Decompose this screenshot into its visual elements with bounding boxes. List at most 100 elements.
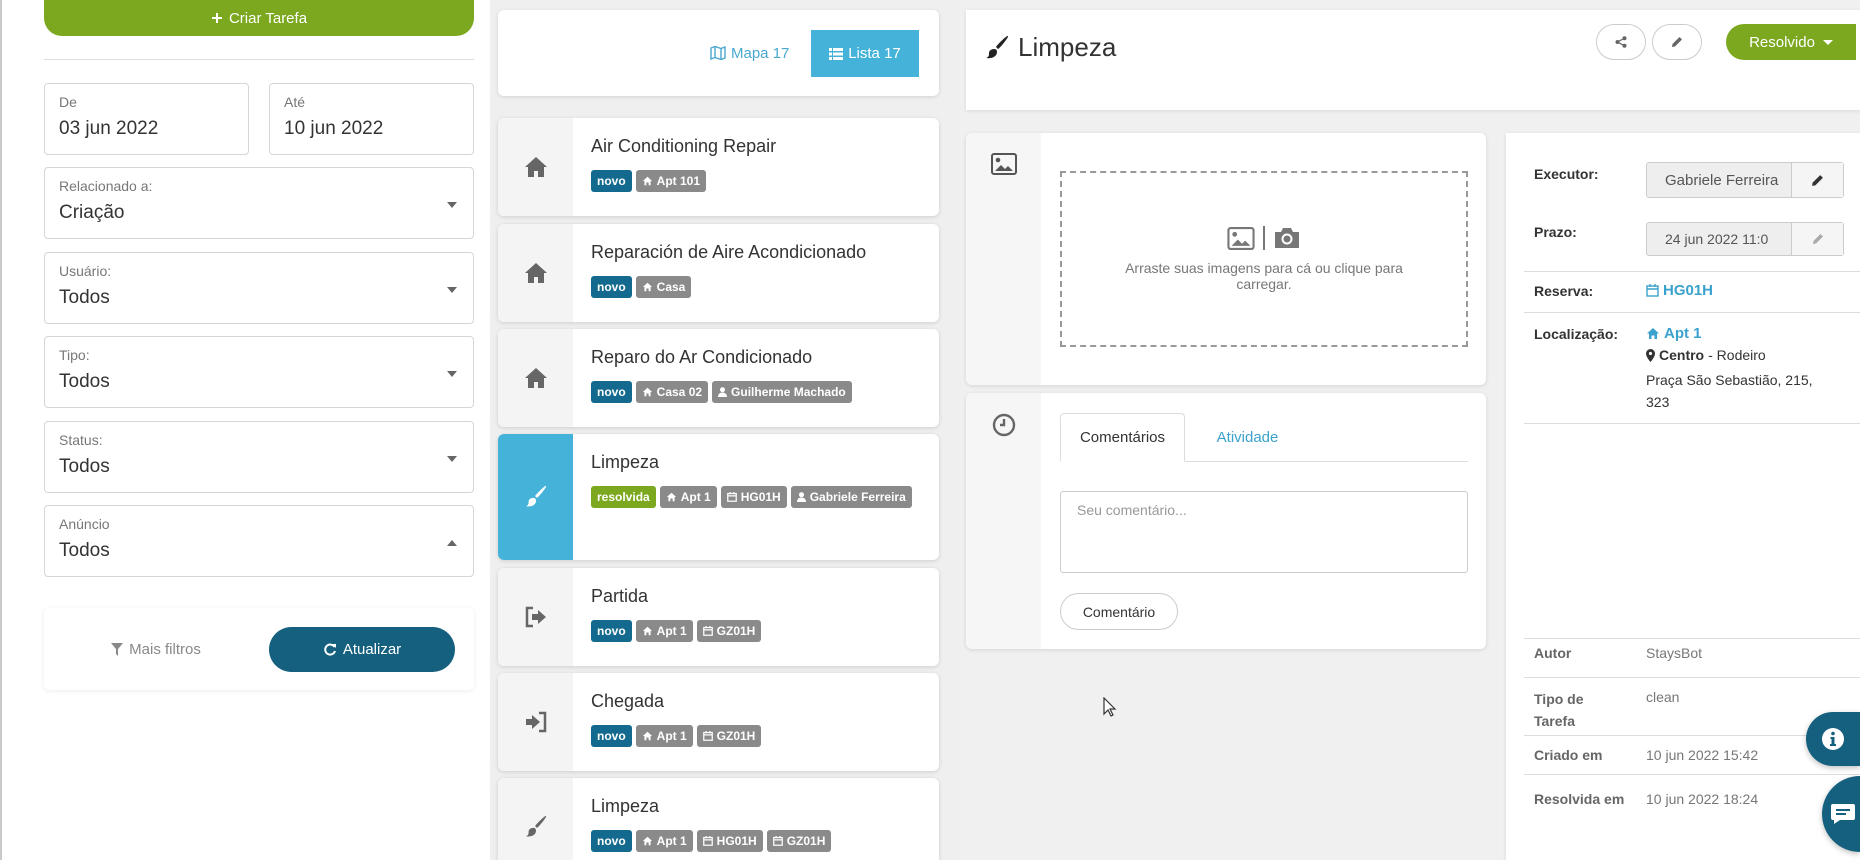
brush-icon	[498, 434, 573, 560]
chevron-down-icon	[1822, 39, 1833, 45]
edit-button[interactable]	[1652, 24, 1702, 60]
map-view-label: Mapa 17	[731, 44, 790, 62]
home-icon	[498, 118, 573, 216]
more-filters-label: Mais filtros	[129, 640, 201, 658]
task-card[interactable]: Air Conditioning Repair novo Apt 101	[498, 118, 939, 216]
tag-label: Casa	[656, 280, 686, 294]
status-select[interactable]: Status: Todos	[44, 421, 474, 493]
related-select[interactable]: Relacionado a: Criação	[44, 167, 474, 239]
chevron-down-icon	[447, 287, 457, 293]
deadline-field[interactable]: 24 jun 2022 11:0	[1646, 222, 1844, 256]
list-view-button[interactable]: Lista 17	[811, 30, 919, 77]
task-title: Reparo do Ar Condicionado	[591, 347, 813, 367]
tab-activity[interactable]: Atividade	[1185, 413, 1310, 462]
related-value: Criação	[59, 202, 125, 223]
divider	[1524, 271, 1860, 272]
status-label: Status:	[59, 432, 103, 448]
chevron-up-icon	[447, 540, 457, 546]
type-select[interactable]: Tipo: Todos	[44, 336, 474, 408]
chevron-down-icon	[447, 202, 457, 208]
property-tag: Apt 101	[635, 170, 707, 192]
date-from-value: 03 jun 2022	[59, 118, 159, 139]
location-area-line: Centro - Rodeiro	[1646, 347, 1766, 363]
user-label: Usuário:	[59, 263, 112, 279]
status-badge: novo	[591, 620, 632, 642]
location-apt: Apt 1	[1664, 325, 1702, 342]
task-card[interactable]: Limpeza resolvida Apt 1 HG01H Gabriele Ferre…	[498, 434, 939, 560]
images-card: Arraste suas imagens para cá ou clique p…	[966, 133, 1486, 385]
map-view-button[interactable]: Mapa 17	[710, 30, 800, 76]
task-title: Limpeza	[591, 796, 660, 816]
date-to-value: 10 jun 2022	[284, 118, 384, 139]
tag-label: Apt 1	[680, 490, 711, 504]
plus-icon	[211, 13, 222, 23]
status-dropdown-button[interactable]: Resolvido	[1726, 24, 1856, 60]
tab-comments[interactable]: Comentários	[1060, 413, 1185, 462]
brush-icon	[984, 35, 1010, 61]
comments-card: Comentários Atividade Seu comentário... …	[966, 393, 1486, 649]
booking-tag: HG01H	[720, 486, 787, 508]
booking-tag: GZ01H	[696, 725, 762, 747]
tag-label: novo	[597, 280, 626, 294]
task-card[interactable]: Limpeza novo Apt 1 HG01H GZ01H	[498, 778, 939, 860]
task-title: Chegada	[591, 691, 665, 711]
task-tags: novo Apt 1 GZ01H	[591, 620, 921, 642]
status-badge: novo	[591, 830, 632, 852]
info-fab-button[interactable]	[1806, 712, 1860, 766]
list-icon	[829, 47, 844, 60]
task-title: Air Conditioning Repair	[591, 136, 777, 156]
task-card[interactable]: Chegada novo Apt 1 GZ01H	[498, 673, 939, 771]
status-badge: novo	[591, 276, 632, 298]
deadline-label: Prazo:	[1534, 224, 1577, 240]
pencil-icon	[1812, 174, 1823, 186]
upload-icons	[1227, 226, 1301, 250]
create-task-button[interactable]: Criar Tarefa	[44, 0, 474, 36]
tag-label: Guilherme Machado	[731, 385, 846, 399]
date-to-field[interactable]: Até 10 jun 2022	[269, 83, 474, 155]
task-title: Limpeza	[1018, 32, 1117, 62]
tag-label: novo	[597, 624, 626, 638]
task-tags: novo Casa	[591, 276, 921, 298]
status-value: Todos	[59, 456, 110, 477]
booking-tag: HG01H	[696, 830, 763, 852]
listing-value: Todos	[59, 540, 110, 561]
booking-tag: GZ01H	[696, 620, 762, 642]
tag-label: Apt 1	[656, 624, 687, 638]
comment-input[interactable]: Seu comentário...	[1060, 491, 1468, 573]
divider	[1524, 774, 1860, 775]
task-card[interactable]: Reparación de Aire Acondicionado novo Casa	[498, 224, 939, 322]
comment-tabs: Comentários Atividade	[1060, 413, 1468, 462]
dropzone-text: Arraste suas imagens para cá ou clique p…	[1125, 260, 1403, 292]
booking-link[interactable]: HG01H	[1646, 282, 1713, 299]
status-badge: resolvida	[591, 486, 656, 508]
image-dropzone[interactable]: Arraste suas imagens para cá ou clique p…	[1060, 171, 1468, 347]
date-from-field[interactable]: De 03 jun 2022	[44, 83, 249, 155]
assignee-tag: Gabriele Ferreira	[790, 486, 912, 508]
sign-in-icon	[498, 673, 573, 771]
status-badge: novo	[591, 170, 632, 192]
executor-field[interactable]: Gabriele Ferreira	[1646, 162, 1844, 198]
edit-deadline-button[interactable]	[1791, 223, 1843, 255]
user-select[interactable]: Usuário: Todos	[44, 252, 474, 324]
edit-executor-button[interactable]	[1791, 163, 1843, 197]
task-list-panel: Mapa 17 Lista 17 Air Conditioning Repair…	[490, 0, 960, 860]
property-tag: Apt 1	[635, 830, 693, 852]
comment-submit-button[interactable]: Comentário	[1060, 593, 1178, 630]
share-button[interactable]	[1596, 24, 1646, 60]
refresh-button[interactable]: Atualizar	[269, 627, 455, 672]
status-badge: novo	[591, 381, 632, 403]
task-tags: novo Apt 1 HG01H GZ01H	[591, 830, 921, 852]
tag-label: GZ01H	[716, 624, 756, 638]
task-card[interactable]: Partida novo Apt 1 GZ01H	[498, 568, 939, 666]
location-apt-link[interactable]: Apt 1	[1646, 325, 1702, 342]
more-filters-button[interactable]: Mais filtros	[68, 627, 244, 671]
icon-divider	[1263, 226, 1265, 250]
info-icon	[1822, 728, 1844, 750]
listing-select[interactable]: Anúncio Todos	[44, 505, 474, 577]
task-tags: resolvida Apt 1 HG01H Gabriele Ferreira	[591, 486, 921, 508]
tag-label: HG01H	[740, 490, 781, 504]
status-dropdown-label: Resolvido	[1749, 33, 1815, 51]
task-card[interactable]: Reparo do Ar Condicionado novo Casa 02 Guil…	[498, 329, 939, 427]
clock-icon	[992, 413, 1015, 437]
listing-label: Anúncio	[59, 516, 110, 532]
